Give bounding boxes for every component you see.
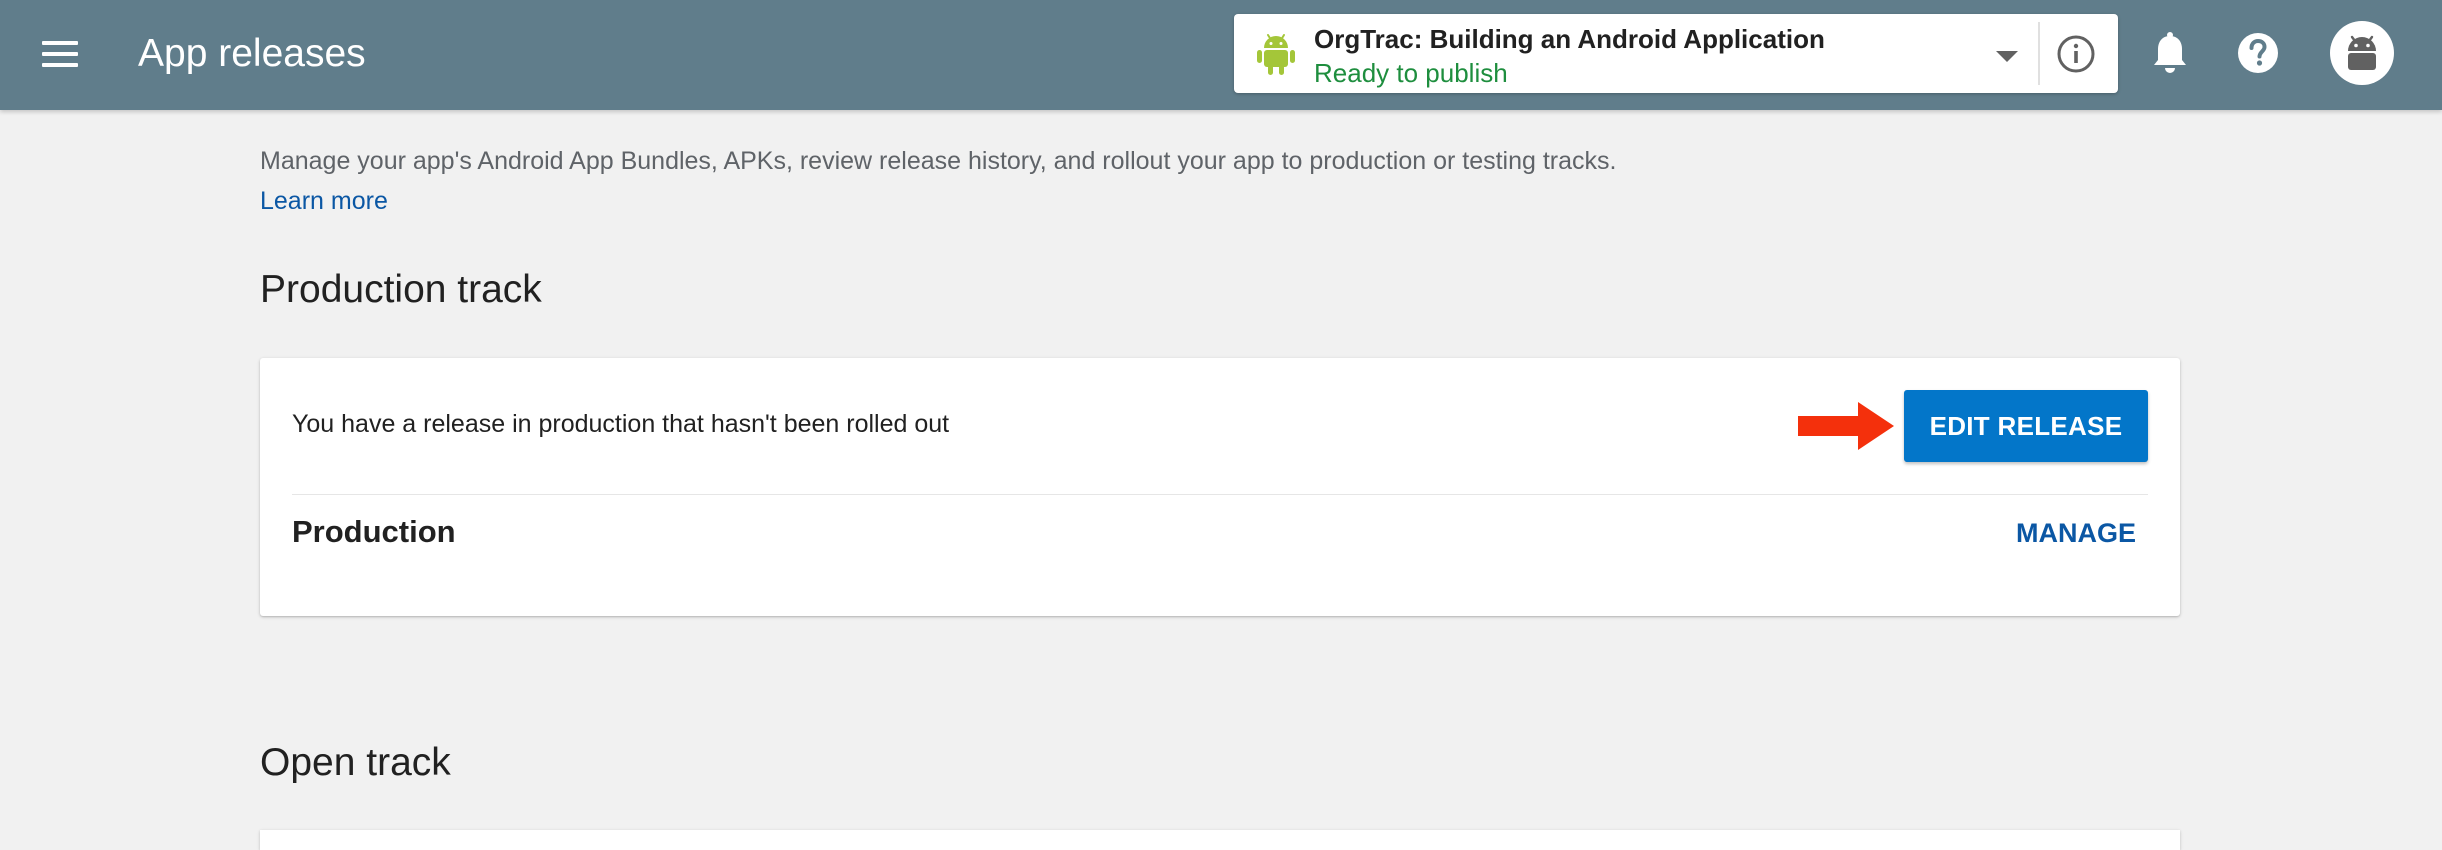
release-notice: You have a release in production that ha…: [292, 410, 950, 438]
selector-divider: [2038, 22, 2040, 85]
bell-icon[interactable]: [2148, 30, 2192, 78]
intro-description: Manage your app's Android App Bundles, A…: [260, 147, 1617, 175]
top-app-bar: App releases OrgTrac: Building an Androi…: [0, 0, 2442, 110]
avatar[interactable]: [2330, 21, 2394, 85]
android-icon: [1257, 34, 1295, 75]
card-divider: [292, 494, 2148, 495]
production-track-card: You have a release in production that ha…: [260, 358, 2180, 616]
open-track-card: [260, 830, 2180, 850]
app-selector-dropdown[interactable]: OrgTrac: Building an Android Application…: [1234, 14, 2118, 93]
info-icon[interactable]: [2056, 34, 2096, 74]
manage-button[interactable]: MANAGE: [2004, 512, 2148, 554]
learn-more-link[interactable]: Learn more: [260, 184, 388, 218]
menu-icon[interactable]: [38, 35, 84, 75]
chevron-down-icon[interactable]: [1996, 51, 2018, 62]
avatar-android-icon: [2348, 35, 2376, 70]
app-status: Ready to publish: [1314, 58, 1508, 88]
production-track-heading: Production track: [260, 268, 542, 311]
edit-release-button[interactable]: EDIT RELEASE: [1904, 390, 2148, 462]
app-name: OrgTrac: Building an Android Application: [1314, 24, 1825, 54]
production-track-name: Production: [292, 514, 456, 549]
help-icon[interactable]: [2236, 31, 2280, 75]
page-title: App releases: [138, 32, 366, 75]
open-track-heading: Open track: [260, 741, 451, 784]
red-arrow-icon: [1798, 402, 1894, 450]
